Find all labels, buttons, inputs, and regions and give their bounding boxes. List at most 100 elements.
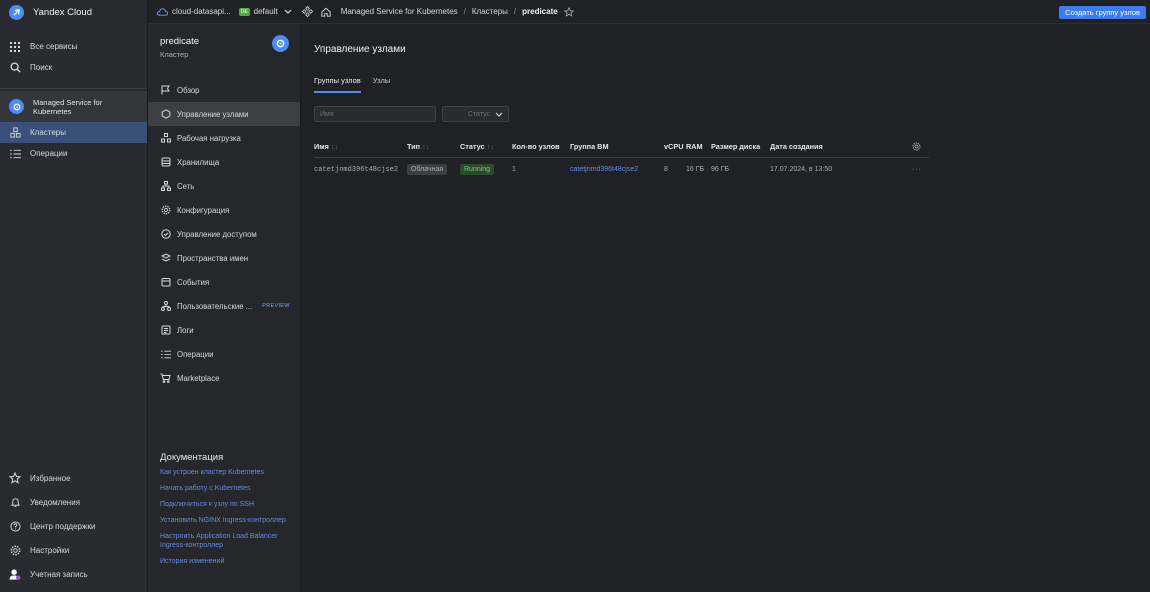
table-header-row: Имя ↑↓ Тип ↑↓ Статус ↑↓ Кол-во узлов Группа… <box>314 137 929 158</box>
cloud-selector[interactable]: cloud-datasapi... <box>157 7 231 16</box>
status-filter-select[interactable]: Статус <box>442 106 509 122</box>
nav-settings[interactable]: Настройки <box>0 538 147 562</box>
cell-vcpu: 8 <box>664 166 668 174</box>
star-icon[interactable] <box>563 6 574 17</box>
menu-workload[interactable]: Рабочая нагрузка <box>148 126 300 150</box>
doc-link-alb-ingress[interactable]: Настроить Application Load Balancer Ingr… <box>160 532 295 550</box>
nav-service-kubernetes[interactable]: Managed Service for Kubernetes <box>0 91 147 122</box>
chevron-down-icon <box>284 9 292 14</box>
menu-overview[interactable]: Обзор <box>148 78 300 102</box>
cell-vm-group: catetjnmd396t48cjse2 <box>570 157 664 182</box>
doc-link-cluster-architecture[interactable]: Как устроен кластер Kubernetes <box>160 468 295 477</box>
kubernetes-service-icon <box>301 6 313 17</box>
operations-list-icon <box>160 349 171 360</box>
nav-all-services[interactable]: Все сервисы <box>0 36 147 57</box>
cell-status: Running <box>460 157 512 182</box>
sidebar-bottom-nav: Избранное Уведомления Центр поддержки На… <box>0 466 147 586</box>
doc-link-ssh-connect[interactable]: Подключиться к узлу по SSH <box>160 500 295 509</box>
breadcrumb-service[interactable]: Managed Service for Kubernetes <box>341 7 458 16</box>
menu-events-label: События <box>177 277 210 287</box>
database-icon <box>160 157 171 168</box>
nav-all-services-label: Все сервисы <box>30 42 78 51</box>
sort-icon: ↑↓ <box>330 142 339 152</box>
cell-type: Облачная <box>407 157 460 182</box>
folder-selector[interactable]: DE default <box>231 7 292 16</box>
menu-namespaces[interactable]: Пространства имен <box>148 246 300 270</box>
tab-node-groups[interactable]: Группы узлов <box>314 76 361 93</box>
menu-node-management-label: Управление узлами <box>177 109 249 119</box>
menu-node-management[interactable]: Управление узлами <box>148 102 300 126</box>
filter-row: Статус <box>314 106 509 122</box>
menu-access[interactable]: Управление доступом <box>148 222 300 246</box>
cluster-name: predicate <box>160 36 200 47</box>
menu-events[interactable]: События <box>148 270 300 294</box>
sort-icon: ↑↓ <box>486 142 494 152</box>
menu-network[interactable]: Сеть <box>148 174 300 198</box>
tab-nodes[interactable]: Узлы <box>373 76 390 93</box>
status-filter-placeholder: Статус <box>467 110 490 118</box>
app-title: Yandex Cloud <box>33 6 92 18</box>
table-row[interactable]: catetjnmd396t48cjse2 Облачная Running 1 … <box>314 157 929 182</box>
folder-badge: DE <box>238 7 250 16</box>
cell-ram: 16 ГБ <box>686 166 705 174</box>
folder-name: default <box>253 7 278 16</box>
nav-search[interactable]: Поиск <box>0 57 147 78</box>
menu-logs[interactable]: Логи <box>148 318 300 342</box>
create-node-group-button[interactable]: Создать группу узлов <box>1059 6 1146 19</box>
cloud-name: cloud-datasapi... <box>172 7 231 16</box>
menu-custom-resources-label: Пользовательские ... <box>177 301 253 311</box>
breadcrumb-clusters[interactable]: Кластеры <box>472 7 508 16</box>
cell-disk: 96 ГБ <box>711 166 730 174</box>
nav-operations[interactable]: Операции <box>0 143 147 164</box>
workload-icon <box>160 133 171 144</box>
nav-clusters[interactable]: Кластеры <box>0 122 147 143</box>
menu-marketplace[interactable]: Marketplace <box>148 366 300 390</box>
custom-resources-icon <box>160 301 171 312</box>
menu-workload-label: Рабочая нагрузка <box>177 133 241 143</box>
gear-icon <box>912 142 921 151</box>
flag-icon <box>160 85 171 96</box>
cell-created: 17.07.2024, в 13:50 <box>770 166 833 174</box>
menu-operations[interactable]: Операции <box>148 342 300 366</box>
menu-configuration[interactable]: Конфигурация <box>148 198 300 222</box>
column-header-ram: RAM <box>686 137 711 158</box>
kubernetes-icon <box>272 35 289 52</box>
menu-access-label: Управление доступом <box>177 229 257 239</box>
cluster-subtitle: Кластер <box>160 50 189 59</box>
menu-custom-resources[interactable]: Пользовательские ... PREVIEW <box>148 294 300 318</box>
shield-check-icon <box>160 229 171 240</box>
nav-notifications-label: Уведомления <box>30 497 81 507</box>
nav-account[interactable]: Учетная запись <box>0 562 147 586</box>
doc-link-nginx-ingress[interactable]: Установить NGINX Ingress-контроллер <box>160 516 295 525</box>
menu-logs-label: Логи <box>177 325 194 335</box>
nav-search-label: Поиск <box>30 63 53 72</box>
cloud-icon <box>157 7 168 16</box>
nav-support[interactable]: Центр поддержки <box>0 514 147 538</box>
name-filter-input[interactable] <box>314 106 436 122</box>
column-header-status[interactable]: Статус ↑↓ <box>460 137 512 158</box>
row-actions-menu[interactable]: ··· <box>912 166 922 173</box>
operations-list-icon <box>9 148 21 160</box>
breadcrumb: Managed Service for Kubernetes / Кластер… <box>341 6 574 17</box>
home-icon[interactable] <box>321 7 331 17</box>
brand[interactable]: Yandex Cloud <box>0 0 147 24</box>
column-header-type[interactable]: Тип ↑↓ <box>407 137 460 158</box>
nav-clusters-label: Кластеры <box>30 128 66 137</box>
menu-storage[interactable]: Хранилища <box>148 150 300 174</box>
main-content: Управление узлами Группы узлов Узлы Стат… <box>302 24 1150 592</box>
doc-link-getting-started[interactable]: Начать работу с Kubernetes <box>160 484 295 493</box>
column-header-name[interactable]: Имя ↑↓ <box>314 137 407 158</box>
help-icon <box>9 520 21 532</box>
doc-link-changelog[interactable]: История изменений <box>160 557 295 566</box>
nav-notifications[interactable]: Уведомления <box>0 490 147 514</box>
column-settings[interactable] <box>912 137 929 158</box>
preview-badge: PREVIEW <box>262 303 290 309</box>
gear-icon <box>9 544 21 556</box>
menu-network-label: Сеть <box>177 181 195 191</box>
nav-favorites[interactable]: Избранное <box>0 466 147 490</box>
cart-icon <box>160 373 171 384</box>
cluster-header: predicate Кластер <box>148 24 300 78</box>
tabs: Группы узлов Узлы <box>314 76 402 93</box>
column-header-created: Дата создания <box>770 137 912 158</box>
vm-group-link[interactable]: catetjnmd396t48cjse2 <box>570 166 638 173</box>
